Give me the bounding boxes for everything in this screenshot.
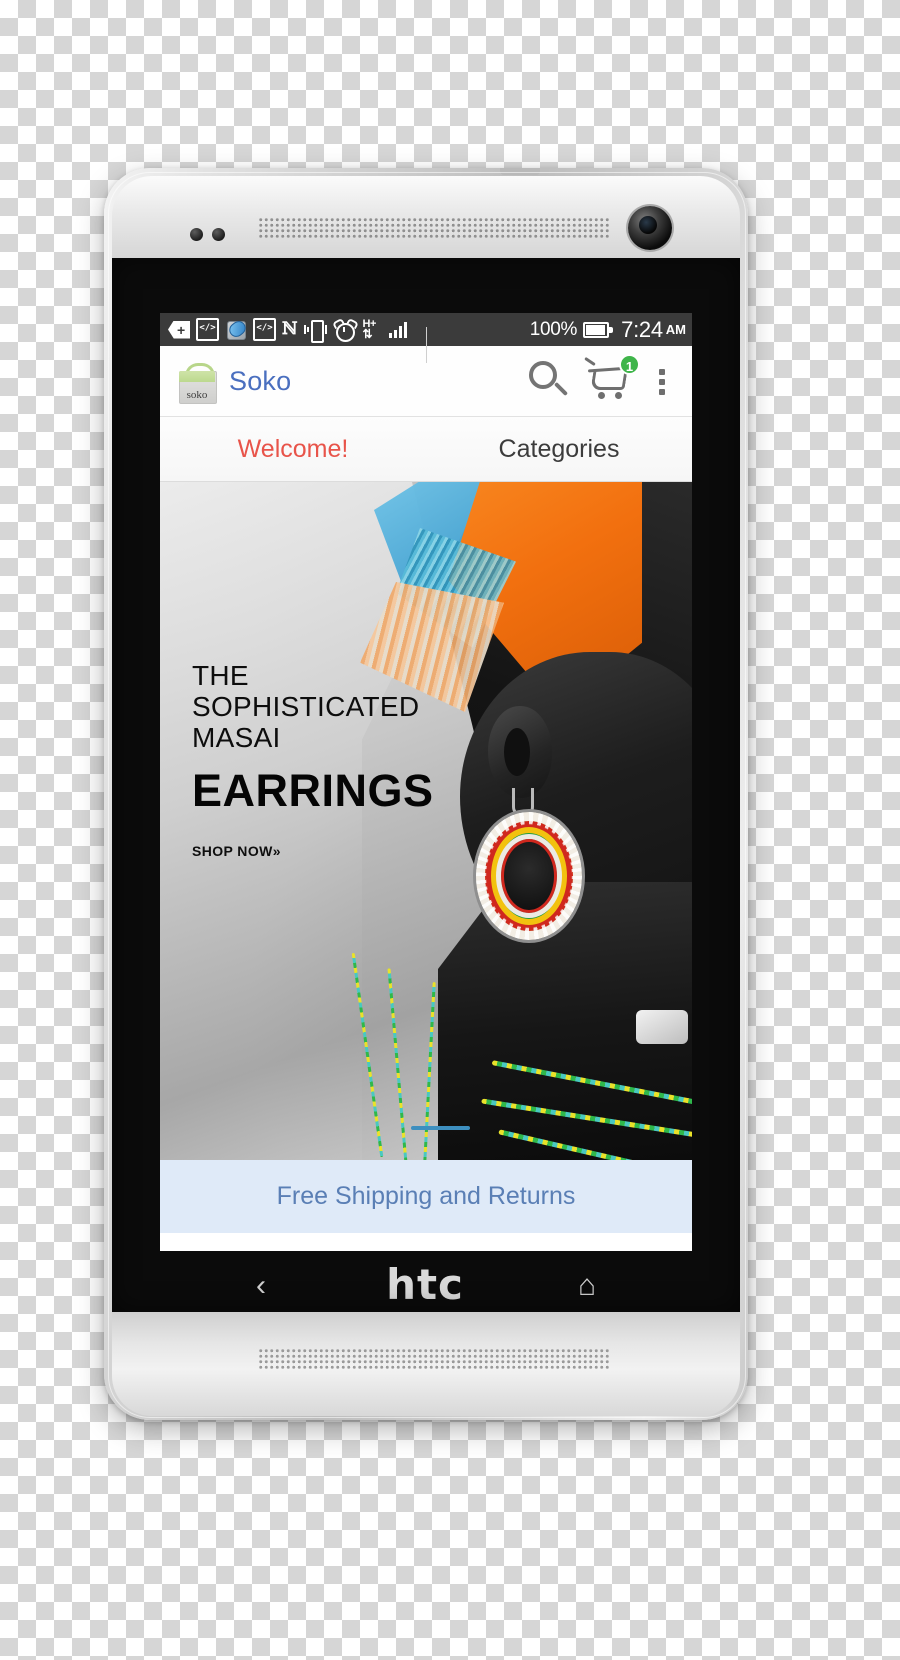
signal-bars-icon [388,321,409,338]
light-sensor-icon [212,228,225,241]
code-brackets-icon: </> [196,318,219,341]
tab-divider [426,327,427,363]
battery-percent-label: 100% [529,318,578,340]
htc-brand-logo: htc [386,1260,464,1309]
nfc-icon: ℕ [282,319,298,339]
free-shipping-label: Free Shipping and Returns [276,1182,576,1210]
nav-back-button[interactable]: ‹ [243,1268,279,1304]
code-brackets-icon-2: </> [253,318,276,341]
tab-bar: Welcome! Categories [160,327,692,482]
status-clock: 7:24 [621,316,663,342]
tab-welcome[interactable]: Welcome! [160,417,426,481]
phone-top-notch [500,168,540,175]
shop-now-link[interactable]: SHOP NOW» [192,843,472,859]
search-icon[interactable] [522,355,574,407]
bottom-speaker-grille [258,1348,610,1370]
hero-line-2: SOPHISTICATED [192,691,420,722]
vibrate-icon [303,320,327,343]
phone-screen: + </> </> ℕ H+ ⇅ 100% 7:24 AM soko Soko … [160,313,692,1251]
hsplus-data-icon: H+ ⇅ [362,317,377,341]
hero-copy-block: THE SOPHISTICATED MASAI EARRINGS SHOP NO… [192,660,472,859]
hero-banner[interactable]: THE SOPHISTICATED MASAI EARRINGS SHOP NO… [160,482,692,1160]
carousel-page-indicator[interactable] [411,1126,470,1130]
battery-icon [583,321,614,338]
tab-categories[interactable]: Categories [426,417,692,481]
hero-background-object [636,1010,688,1044]
proximity-sensor-icon [190,228,203,241]
hero-line-3: MASAI [192,722,281,753]
alarm-clock-icon [331,317,359,342]
hero-line-1: THE [192,660,249,691]
soko-bag-logo-icon: soko [176,361,218,404]
download-tag-icon: + [168,320,190,339]
shopping-cart-icon[interactable]: 1 [584,354,642,408]
cart-badge-count: 1 [619,354,640,375]
nav-home-button[interactable]: ⌂ [569,1268,605,1304]
front-camera-icon [628,206,672,250]
status-clock-ampm: AM [665,322,686,337]
overflow-menu-icon[interactable] [650,361,676,401]
model-ear-shape [488,706,552,798]
free-shipping-banner[interactable]: Free Shipping and Returns [160,1160,692,1233]
hero-headline: EARRINGS [192,765,434,816]
battery-app-icon [225,317,249,340]
earpiece-speaker-grille [258,217,610,239]
soko-logo-word: soko [186,388,208,401]
app-title: Soko [229,365,292,396]
earring-inner-ring [496,834,562,918]
